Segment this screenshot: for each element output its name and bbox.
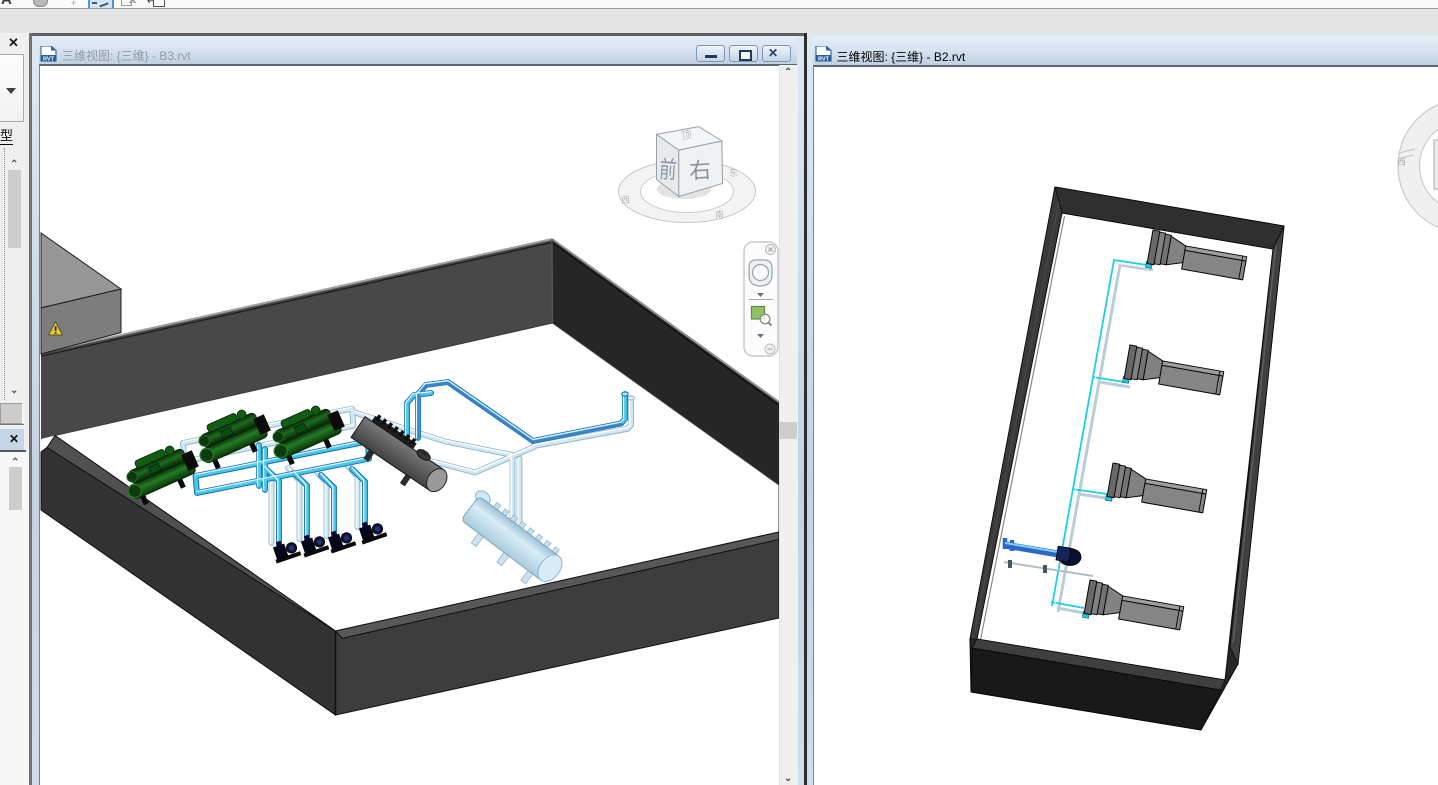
svg-text:东: 东 bbox=[729, 167, 738, 178]
svg-text:西: 西 bbox=[621, 195, 630, 205]
svg-text:RVT: RVT bbox=[43, 56, 55, 62]
svg-text:西: 西 bbox=[1397, 157, 1406, 167]
svg-text:南: 南 bbox=[715, 209, 724, 220]
svg-text:顶: 顶 bbox=[680, 128, 693, 143]
svg-text:RVT: RVT bbox=[818, 56, 830, 62]
svg-text:前: 前 bbox=[658, 157, 677, 185]
svg-text:右: 右 bbox=[688, 157, 711, 183]
